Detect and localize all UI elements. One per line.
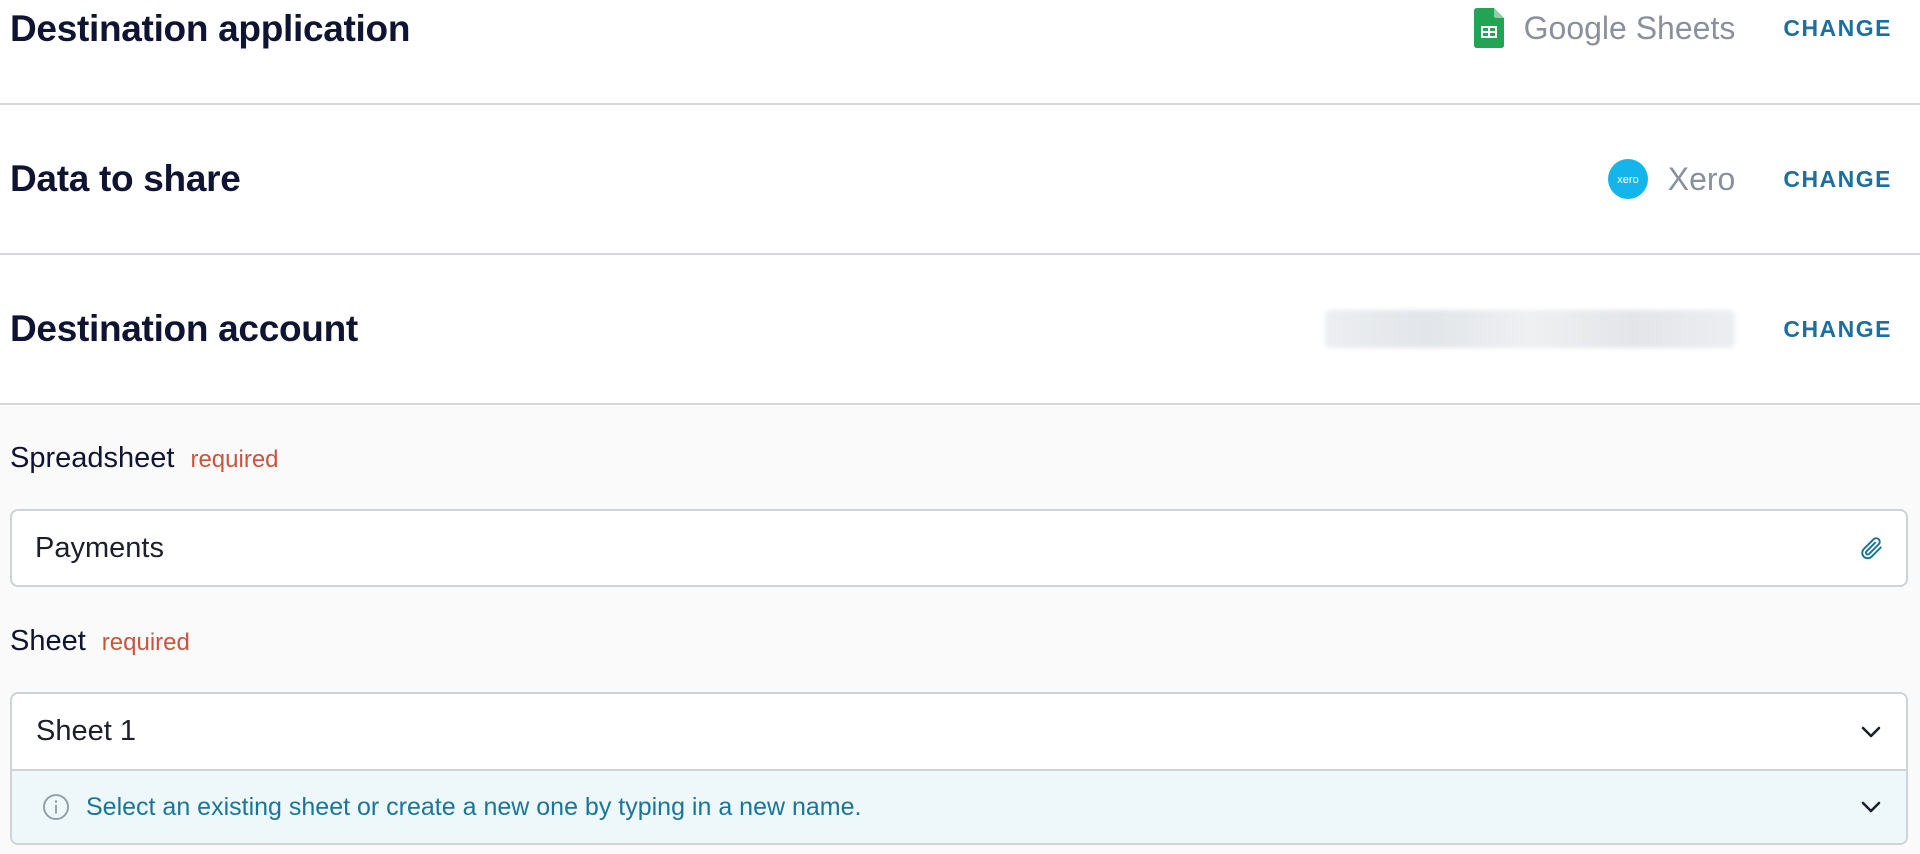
sheet-select: Sheet 1 Select an existing sheet or crea… xyxy=(10,692,1908,845)
sheet-select-input[interactable]: Sheet 1 xyxy=(12,694,1906,771)
destination-application-title: Destination application xyxy=(10,8,411,49)
sheet-value: Sheet 1 xyxy=(36,715,136,747)
spreadsheet-label: Spreadsheet xyxy=(10,442,175,474)
google-sheets-icon xyxy=(1473,8,1504,48)
xero-icon: xero xyxy=(1607,159,1648,199)
source-app-name: Xero xyxy=(1667,160,1736,197)
data-to-share-section: Data to share xero Xero CHANGE xyxy=(0,105,1920,255)
chevron-down-icon[interactable] xyxy=(1860,725,1882,739)
spreadsheet-required-label: required xyxy=(190,446,279,473)
sheet-hint[interactable]: Select an existing sheet or create a new… xyxy=(12,771,1906,843)
spreadsheet-input[interactable]: Payments xyxy=(10,509,1908,587)
source-app: xero Xero xyxy=(1607,159,1736,199)
destination-account-section: Destination account CHANGE xyxy=(0,255,1920,405)
destination-application-section: Destination application Google Sheets CH… xyxy=(0,0,1920,105)
sheet-label: Sheet xyxy=(10,625,86,657)
destination-account-title: Destination account xyxy=(10,308,358,349)
destination-app: Google Sheets xyxy=(1473,8,1736,48)
data-to-share-title: Data to share xyxy=(10,158,241,199)
paperclip-icon[interactable] xyxy=(1858,534,1884,562)
xero-icon-text: xero xyxy=(1617,174,1638,186)
change-destination-app-button[interactable]: CHANGE xyxy=(1783,15,1892,42)
spreadsheet-field-label: Spreadsheet required xyxy=(10,442,279,475)
sheet-settings-form: Spreadsheet required Payments Sheet requ… xyxy=(0,406,1920,854)
hint-chevron-down-icon[interactable] xyxy=(1860,800,1882,814)
change-source-button[interactable]: CHANGE xyxy=(1783,166,1892,193)
sheet-hint-text: Select an existing sheet or create a new… xyxy=(86,792,862,821)
redacted-account-email xyxy=(1325,310,1736,348)
destination-account-controls: CHANGE xyxy=(1325,310,1892,348)
data-to-share-controls: xero Xero CHANGE xyxy=(1607,159,1892,199)
change-destination-account-button[interactable]: CHANGE xyxy=(1783,316,1892,343)
sheet-field-label: Sheet required xyxy=(10,625,190,658)
spreadsheet-value: Payments xyxy=(35,531,164,564)
destination-app-name: Google Sheets xyxy=(1523,9,1736,46)
sheet-required-label: required xyxy=(101,629,190,656)
destination-application-controls: Google Sheets CHANGE xyxy=(1473,8,1892,48)
info-icon xyxy=(42,793,70,821)
